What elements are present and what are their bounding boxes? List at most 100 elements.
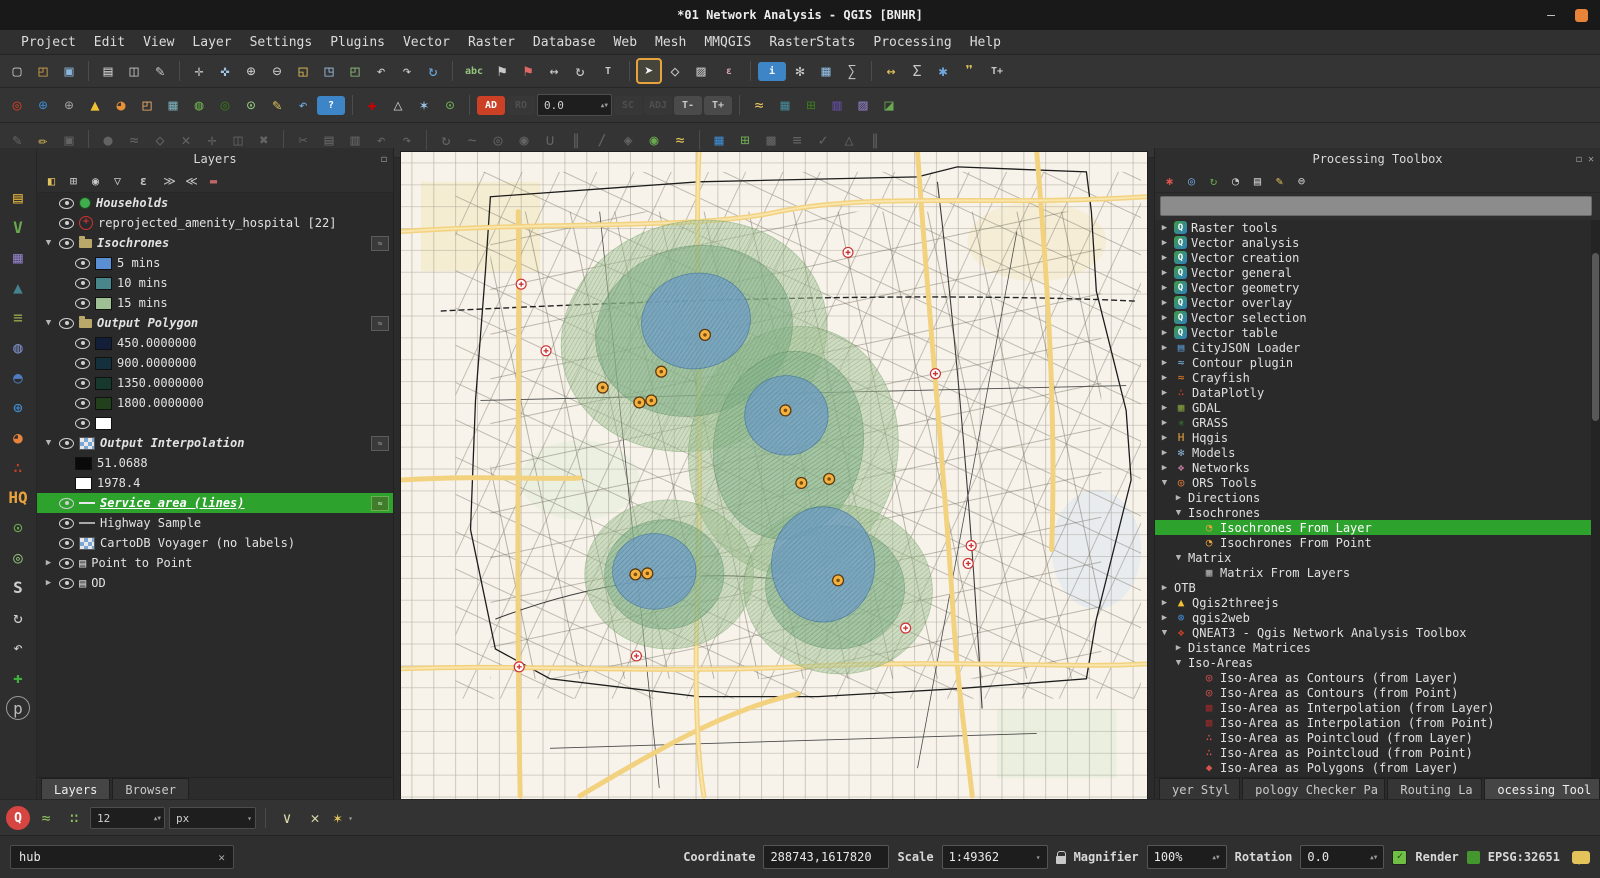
expand-arrow-icon[interactable]: ▶ (1159, 253, 1170, 263)
toolbox-item-isochrones[interactable]: ▼Isochrones (1155, 505, 1600, 520)
text-smaller-icon[interactable]: T- (674, 96, 702, 115)
zoom-last-icon[interactable]: ↶ (369, 59, 393, 83)
expand-arrow-icon[interactable]: ▶ (1173, 643, 1184, 653)
add-mesh-layer-icon[interactable]: ▲ (7, 276, 29, 298)
browser-globe-icon[interactable]: ◕ (7, 426, 29, 448)
toolbox-scrollbar[interactable] (1591, 220, 1600, 777)
add-postgis-layer-icon[interactable]: ◓ (7, 366, 29, 388)
toolbox-item-vector-creation[interactable]: ▶QVector creation (1155, 250, 1600, 265)
toolbox-item-vector-selection[interactable]: ▶QVector selection (1155, 310, 1600, 325)
menu-processing[interactable]: Processing (864, 33, 960, 52)
expand-arrow-icon[interactable]: ▶ (1159, 238, 1170, 248)
toolbox-item-qgis2web[interactable]: ▶⊛qgis2web (1155, 610, 1600, 625)
pan-map-icon[interactable]: ✛ (187, 59, 211, 83)
filter-legend-icon[interactable]: ▽ (108, 172, 127, 191)
vertex-marker-custom-icon[interactable]: ✶▾ (331, 806, 355, 830)
visibility-eye-icon[interactable] (75, 358, 90, 369)
toolbox-item-iso-areas[interactable]: ▼Iso-Areas (1155, 655, 1600, 670)
render-checkbox[interactable]: ✓ (1392, 850, 1407, 865)
crs-status[interactable]: EPSG:32651 (1488, 850, 1560, 864)
zoom-out-icon[interactable]: ⊖ (265, 59, 289, 83)
visibility-eye-icon[interactable] (75, 258, 90, 269)
close-panel-icon[interactable]: ✕ (1588, 154, 1594, 165)
pan-to-selection-icon[interactable]: ✜ (213, 59, 237, 83)
expand-arrow-icon[interactable]: ▶ (43, 558, 54, 568)
expand-arrow-icon[interactable]: ▼ (43, 318, 54, 328)
label-highlight-icon[interactable]: ⚑ (516, 59, 540, 83)
in-place-edit-icon[interactable]: ◎ (1182, 172, 1201, 191)
toolbox-item-vector-geometry[interactable]: ▶QVector geometry (1155, 280, 1600, 295)
field-calculator-icon[interactable]: ∑ (840, 59, 864, 83)
layer-indicator-badge[interactable]: ≈ (371, 436, 389, 451)
green-marker-icon[interactable]: ⊙ (438, 93, 462, 117)
expand-arrow-icon[interactable]: ▶ (1159, 463, 1170, 473)
layer-item-households[interactable]: Households (37, 193, 393, 213)
visibility-eye-icon[interactable] (75, 278, 90, 289)
menu-database[interactable]: Database (524, 33, 605, 52)
add-group-icon[interactable]: ⊞ (64, 172, 83, 191)
visibility-eye-icon[interactable] (59, 318, 74, 329)
web-folder-icon[interactable]: ◰ (135, 93, 159, 117)
layer-indicator-badge[interactable]: ≈ (371, 236, 389, 251)
messages-icon[interactable] (1572, 851, 1590, 864)
hqgis-plugin-icon[interactable]: HQ (3, 486, 33, 508)
layer-item-1800-0000000[interactable]: 1800.0000000 (37, 393, 393, 413)
expand-arrow-icon[interactable]: ▶ (1159, 358, 1170, 368)
p-plugin-icon[interactable]: p (6, 696, 30, 720)
vertex-marker-semitransparent-icon[interactable]: ∨ (275, 806, 299, 830)
remove-layer-icon[interactable]: ▬ (204, 172, 223, 191)
panel-tab-yer-styl[interactable]: yer Styl (1159, 778, 1240, 800)
toolbox-item-vector-general[interactable]: ▶QVector general (1155, 265, 1600, 280)
add-raster-layer-icon[interactable]: ▦ (7, 246, 29, 268)
toolbox-item-contour-plugin[interactable]: ▶≈Contour plugin (1155, 355, 1600, 370)
toolbox-item-directions[interactable]: ▶Directions (1155, 490, 1600, 505)
layer-item-51-0688[interactable]: 51.0688 (37, 453, 393, 473)
expand-arrow-icon[interactable]: ▶ (1159, 613, 1170, 623)
vertex-marker-cross-icon[interactable]: ✕ (303, 806, 327, 830)
toolbox-options-icon[interactable]: ⊜ (1292, 172, 1311, 191)
qgis2threejs-icon[interactable]: ▲ (83, 93, 107, 117)
text-bigger-icon[interactable]: T+ (704, 96, 732, 115)
menu-plugins[interactable]: Plugins (321, 33, 394, 52)
layer-indicator-badge[interactable]: ≈ (371, 496, 389, 511)
toolbox-item-otb[interactable]: ▶OTB (1155, 580, 1600, 595)
layer-item-swatch[interactable] (37, 413, 393, 433)
select-features-icon[interactable]: ➤ (637, 59, 661, 83)
toolbox-item-vector-table[interactable]: ▶QVector table (1155, 325, 1600, 340)
expand-arrow-icon[interactable]: ▶ (1159, 328, 1170, 338)
new-print-layout-icon[interactable]: ▤ (96, 59, 120, 83)
advanced-digitizing-panel-icon[interactable]: ≈ (34, 806, 58, 830)
expand-arrow-icon[interactable]: ▶ (1159, 283, 1170, 293)
expand-arrow-icon[interactable]: ▶ (1159, 223, 1170, 233)
toolbox-item-raster-tools[interactable]: ▶QRaster tools (1155, 220, 1600, 235)
angle-spin[interactable]: 0.0▲▼ (537, 94, 612, 116)
visibility-eye-icon[interactable] (59, 578, 74, 589)
text-annotation-icon[interactable]: T+ (983, 62, 1011, 81)
toolbox-item-iso-area-as-pointcloud-from-layer[interactable]: ∴Iso-Area as Pointcloud (from Layer) (1155, 730, 1600, 745)
layer-item-cartodb-voyager-no-labels[interactable]: CartoDB Voyager (no labels) (37, 533, 393, 553)
expand-arrow-icon[interactable]: ▶ (1159, 373, 1170, 383)
expand-arrow-icon[interactable]: ▼ (1159, 478, 1170, 488)
zoom-level-tool-icon[interactable]: ⊙ (239, 93, 263, 117)
processing-toolbox-toggle-icon[interactable]: ✱ (931, 59, 955, 83)
visibility-eye-icon[interactable] (75, 298, 90, 309)
color-grid-icon[interactable]: ▦ (161, 93, 185, 117)
menu-vector[interactable]: Vector (394, 33, 459, 52)
toolbox-item-isochrones-from-layer[interactable]: ◔Isochrones From Layer (1155, 520, 1600, 535)
visibility-eye-icon[interactable] (59, 218, 74, 229)
expand-arrow-icon[interactable]: ▶ (1159, 433, 1170, 443)
crosshair-red-icon[interactable]: ✚ (360, 93, 384, 117)
visibility-eye-icon[interactable] (75, 398, 90, 409)
toolbox-item-crayfish[interactable]: ▶≈Crayfish (1155, 370, 1600, 385)
expand-arrow-icon[interactable]: ▼ (43, 438, 54, 448)
models-menu-icon[interactable]: ✱ (1160, 172, 1179, 191)
help-icon[interactable]: ? (317, 96, 345, 115)
toolbox-item-iso-area-as-polygons-from-layer[interactable]: ◆Iso-Area as Polygons (from Layer) (1155, 760, 1600, 775)
toolbox-item-dataplotly[interactable]: ▶∴DataPlotly (1155, 385, 1600, 400)
globe-browser-icon[interactable]: ◕ (109, 93, 133, 117)
terrain-tool-icon[interactable]: ◪ (877, 93, 901, 117)
menu-view[interactable]: View (134, 33, 183, 52)
expand-arrow-icon[interactable]: ▼ (43, 238, 54, 248)
refresh-map-icon[interactable]: ↻ (421, 59, 445, 83)
map-search-icon[interactable]: ◎ (7, 546, 29, 568)
